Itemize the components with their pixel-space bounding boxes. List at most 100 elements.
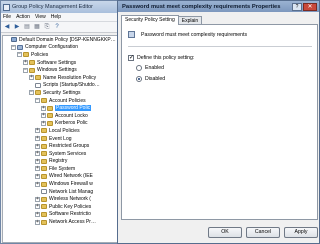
checkbox-box[interactable]: ✓ [128, 55, 134, 61]
expand-icon[interactable]: + [41, 120, 46, 126]
expand-icon[interactable]: + [35, 211, 40, 217]
collapse-icon[interactable]: − [23, 67, 28, 73]
enabled-label: Enabled [145, 65, 165, 71]
tree-item[interactable]: + Restricted Groups [3, 142, 117, 150]
tree-item[interactable]: − Computer Configuration [3, 44, 117, 52]
tree-item[interactable]: + Software Settings [3, 59, 117, 67]
policy-icon [11, 37, 17, 43]
tree-item[interactable]: + Windows Firewall w [3, 180, 117, 188]
folder-icon [41, 128, 47, 134]
gpme-title-bar[interactable]: Group Policy Management Editor [1, 1, 119, 13]
expand-icon[interactable]: + [29, 75, 34, 81]
expand-icon[interactable]: + [35, 166, 40, 172]
tree-item[interactable]: − Windows Settings [3, 66, 117, 74]
folder-icon [41, 196, 47, 202]
back-arrow-icon[interactable]: ◀ [3, 23, 11, 31]
expand-icon[interactable]: + [35, 219, 40, 225]
folder-icon [41, 204, 47, 210]
ok-button[interactable]: OK [208, 227, 242, 238]
enabled-radio[interactable]: Enabled [136, 65, 164, 71]
expand-icon[interactable]: + [23, 60, 28, 66]
tree-item[interactable]: + Account Locko [3, 112, 117, 120]
menu-view[interactable]: View [35, 14, 46, 20]
menu-file[interactable]: File [3, 14, 11, 20]
tree-item[interactable]: + Local Policies [3, 127, 117, 135]
gpme-window: Group Policy Management Editor File Acti… [0, 0, 120, 244]
collapse-icon[interactable]: − [11, 44, 16, 50]
console-tree-icon[interactable]: ▤ [23, 23, 31, 31]
cancel-button[interactable]: Cancel [246, 227, 280, 238]
apply-button[interactable]: Apply [284, 227, 318, 238]
tree-item[interactable]: + Kerberos Polic [3, 120, 117, 128]
divider [128, 46, 312, 47]
gpme-title: Group Policy Management Editor [12, 4, 94, 10]
define-policy-checkbox[interactable]: ✓ Define this policy setting: [128, 55, 194, 61]
expand-icon[interactable]: + [35, 204, 40, 210]
doc-icon [35, 82, 41, 88]
tree-item-label: Network Access Pr… [49, 219, 96, 226]
folder-icon [35, 75, 41, 81]
menu-help[interactable]: Help [51, 14, 61, 20]
tree-item[interactable]: + File System [3, 165, 117, 173]
console-tree[interactable]: Default Domain Policy [DSP-KENNGKKP… − Com… [2, 35, 118, 243]
expand-icon[interactable]: + [41, 113, 46, 119]
tab-security-policy-setting[interactable]: Security Policy Setting [121, 15, 179, 25]
folder-icon [23, 52, 29, 58]
tree-item-label: Computer Configuration [25, 44, 79, 51]
define-policy-label: Define this policy setting: [137, 55, 195, 61]
collapse-icon[interactable]: − [29, 90, 34, 96]
tree-item[interactable]: + Public Key Policies [3, 203, 117, 211]
folder-icon [47, 113, 53, 119]
tree-item-label: File System [49, 165, 76, 172]
tree-item[interactable]: − Account Policies [3, 97, 117, 105]
tree-item[interactable]: + Name Resolution Policy [3, 74, 117, 82]
help-icon[interactable]: ? [53, 23, 61, 31]
folder-icon [47, 120, 53, 126]
folder-icon [41, 173, 47, 179]
expand-icon[interactable]: + [35, 173, 40, 179]
help-button[interactable]: ? [292, 2, 302, 11]
expand-icon[interactable]: + [35, 196, 40, 202]
tree-item-label: Public Key Policies [49, 203, 92, 210]
tree-item[interactable]: + Registry [3, 158, 117, 166]
disabled-radio[interactable]: Disabled [136, 76, 165, 82]
menu-action[interactable]: Action [16, 14, 30, 20]
tree-item-label: Windows Settings [37, 67, 77, 74]
tree-item[interactable]: + Wired Network (IEE [3, 173, 117, 181]
properties-icon[interactable]: ▦ [33, 23, 41, 31]
computer-icon [17, 44, 23, 50]
folder-icon [41, 98, 47, 104]
leaf-spacer [35, 189, 40, 194]
leaf-spacer [29, 83, 34, 88]
tree-item[interactable]: − Policies [3, 51, 117, 59]
expand-icon[interactable]: + [35, 128, 40, 134]
tree-item[interactable]: + Password Polic [3, 104, 117, 112]
tree-item-label: Event Log [49, 135, 72, 142]
export-list-icon[interactable]: ⎘ [43, 23, 51, 31]
policy-name: Password must meet complexity requiremen… [141, 31, 248, 38]
tree-item[interactable]: + System Services [3, 150, 117, 158]
forward-arrow-icon[interactable]: ▶ [13, 23, 21, 31]
enabled-radio-button[interactable] [136, 65, 142, 71]
tree-item[interactable]: Network List Manag [3, 188, 117, 196]
tree-item[interactable]: Default Domain Policy [DSP-KENNGKKP… [3, 36, 117, 44]
expand-icon[interactable]: + [35, 158, 40, 164]
tree-item[interactable]: + Network Access Pr… [3, 218, 117, 226]
tree-item[interactable]: + Event Log [3, 135, 117, 143]
tree-item[interactable]: + Wireless Network ( [3, 195, 117, 203]
collapse-icon[interactable]: − [35, 98, 40, 104]
tree-item[interactable]: − Security Settings [3, 89, 117, 97]
tree-item-label: Account Locko [55, 112, 88, 119]
tree-item[interactable]: Scripts (Startup/Shutdo… [3, 82, 117, 90]
folder-icon [41, 211, 47, 217]
expand-icon[interactable]: + [41, 105, 46, 111]
dialog-title-bar[interactable]: Password must meet complexity requiremen… [118, 1, 319, 12]
tree-item[interactable]: + Software Restrictio [3, 211, 117, 219]
expand-icon[interactable]: + [35, 136, 40, 142]
expand-icon[interactable]: + [35, 181, 40, 187]
close-button[interactable]: ✕ [303, 2, 317, 11]
expand-icon[interactable]: + [35, 143, 40, 149]
disabled-radio-button[interactable] [136, 76, 142, 82]
collapse-icon[interactable]: − [17, 52, 22, 58]
expand-icon[interactable]: + [35, 151, 40, 157]
